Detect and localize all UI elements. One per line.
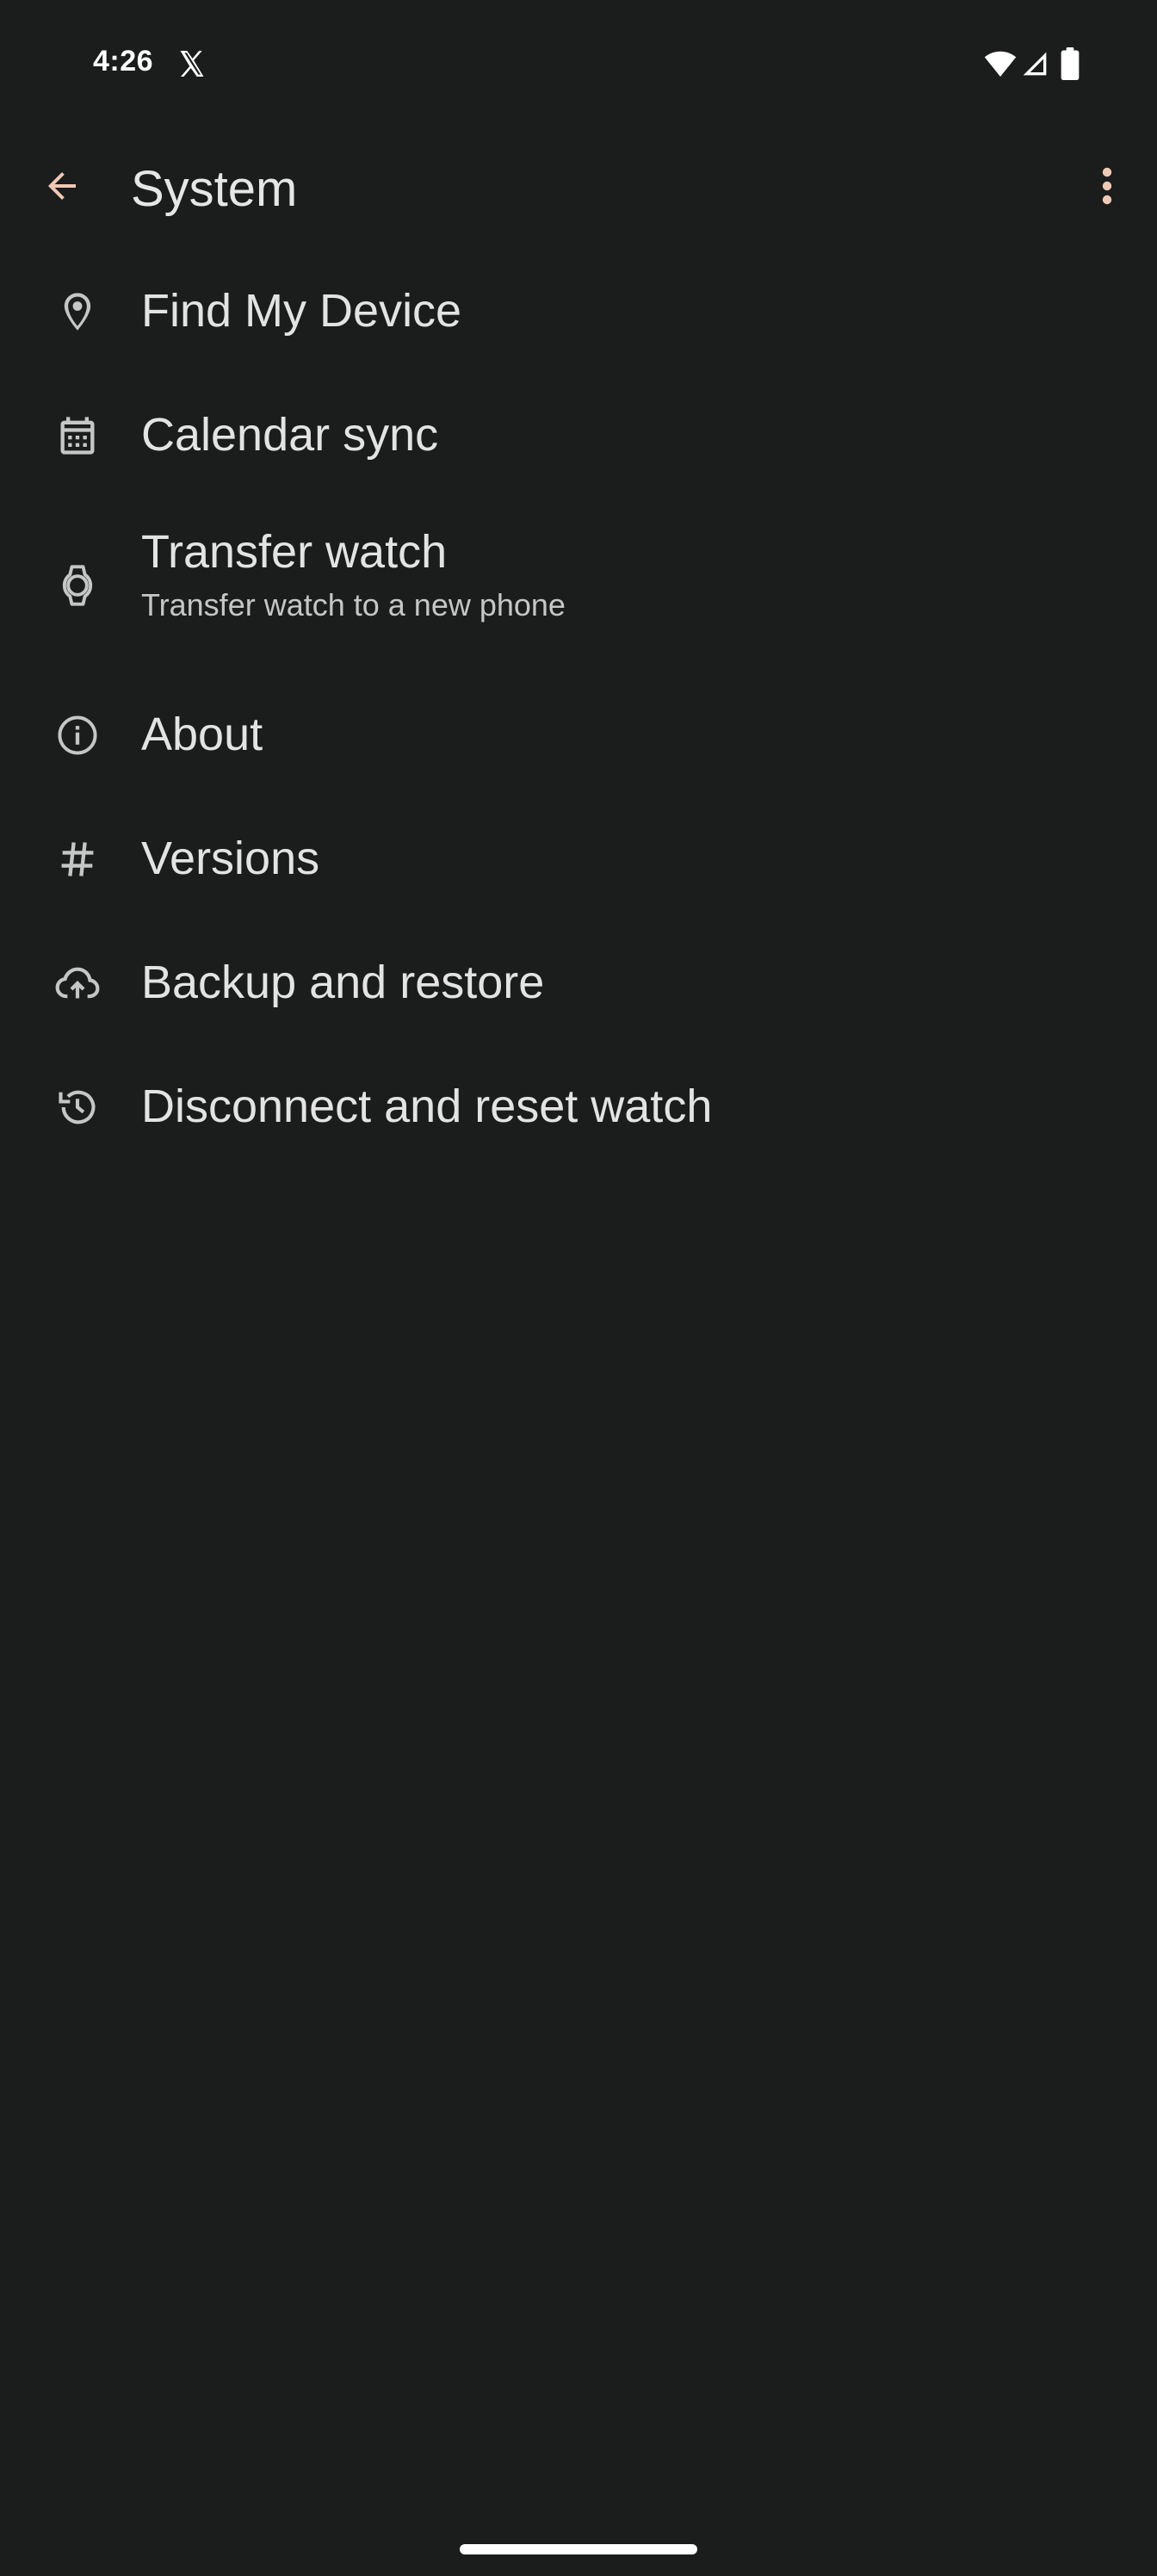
disconnect-reset-label: Disconnect and reset watch [141,1081,713,1132]
versions-label: Versions [141,833,320,884]
x-icon [176,48,207,79]
about-item[interactable]: About [0,673,1157,797]
page-title: System [131,161,298,217]
find-my-device-item[interactable]: Find My Device [0,250,1157,374]
arrow-back-icon [41,165,83,207]
disconnect-reset-item[interactable]: Disconnect and reset watch [0,1045,1157,1169]
about-label: About [141,709,263,760]
status-bar: 4:26 [0,0,1157,129]
cloud-upload-icon [52,957,103,1009]
signal-icon [1021,50,1049,77]
calendar-sync-item[interactable]: Calendar sync [0,374,1157,498]
more-options-button[interactable] [1076,155,1138,217]
transfer-watch-label: Transfer watch [141,526,448,578]
status-time: 4:26 [93,45,154,77]
watch-icon [52,560,103,611]
back-button[interactable] [31,155,93,217]
transfer-watch-sublabel: Transfer watch to a new phone [141,587,566,622]
calendar-icon [52,410,103,461]
wifi-icon [984,50,1017,77]
gesture-nav-handle[interactable] [460,2544,697,2554]
backup-restore-item[interactable]: Backup and restore [0,921,1157,1045]
find-my-device-label: Find My Device [141,285,462,337]
history-icon [52,1081,103,1133]
backup-restore-label: Backup and restore [141,957,545,1008]
info-icon [52,709,103,761]
more-vert-icon [1102,165,1112,207]
battery-icon [1061,47,1080,80]
transfer-watch-item[interactable]: Transfer watch Transfer watch to a new p… [0,498,1157,673]
location-pin-icon [52,286,103,337]
hash-icon [52,833,103,885]
app-bar: System [0,146,1157,232]
settings-list: Find My Device Calendar sync Transfer wa… [0,250,1157,1169]
versions-item[interactable]: Versions [0,797,1157,921]
calendar-sync-label: Calendar sync [141,409,439,461]
